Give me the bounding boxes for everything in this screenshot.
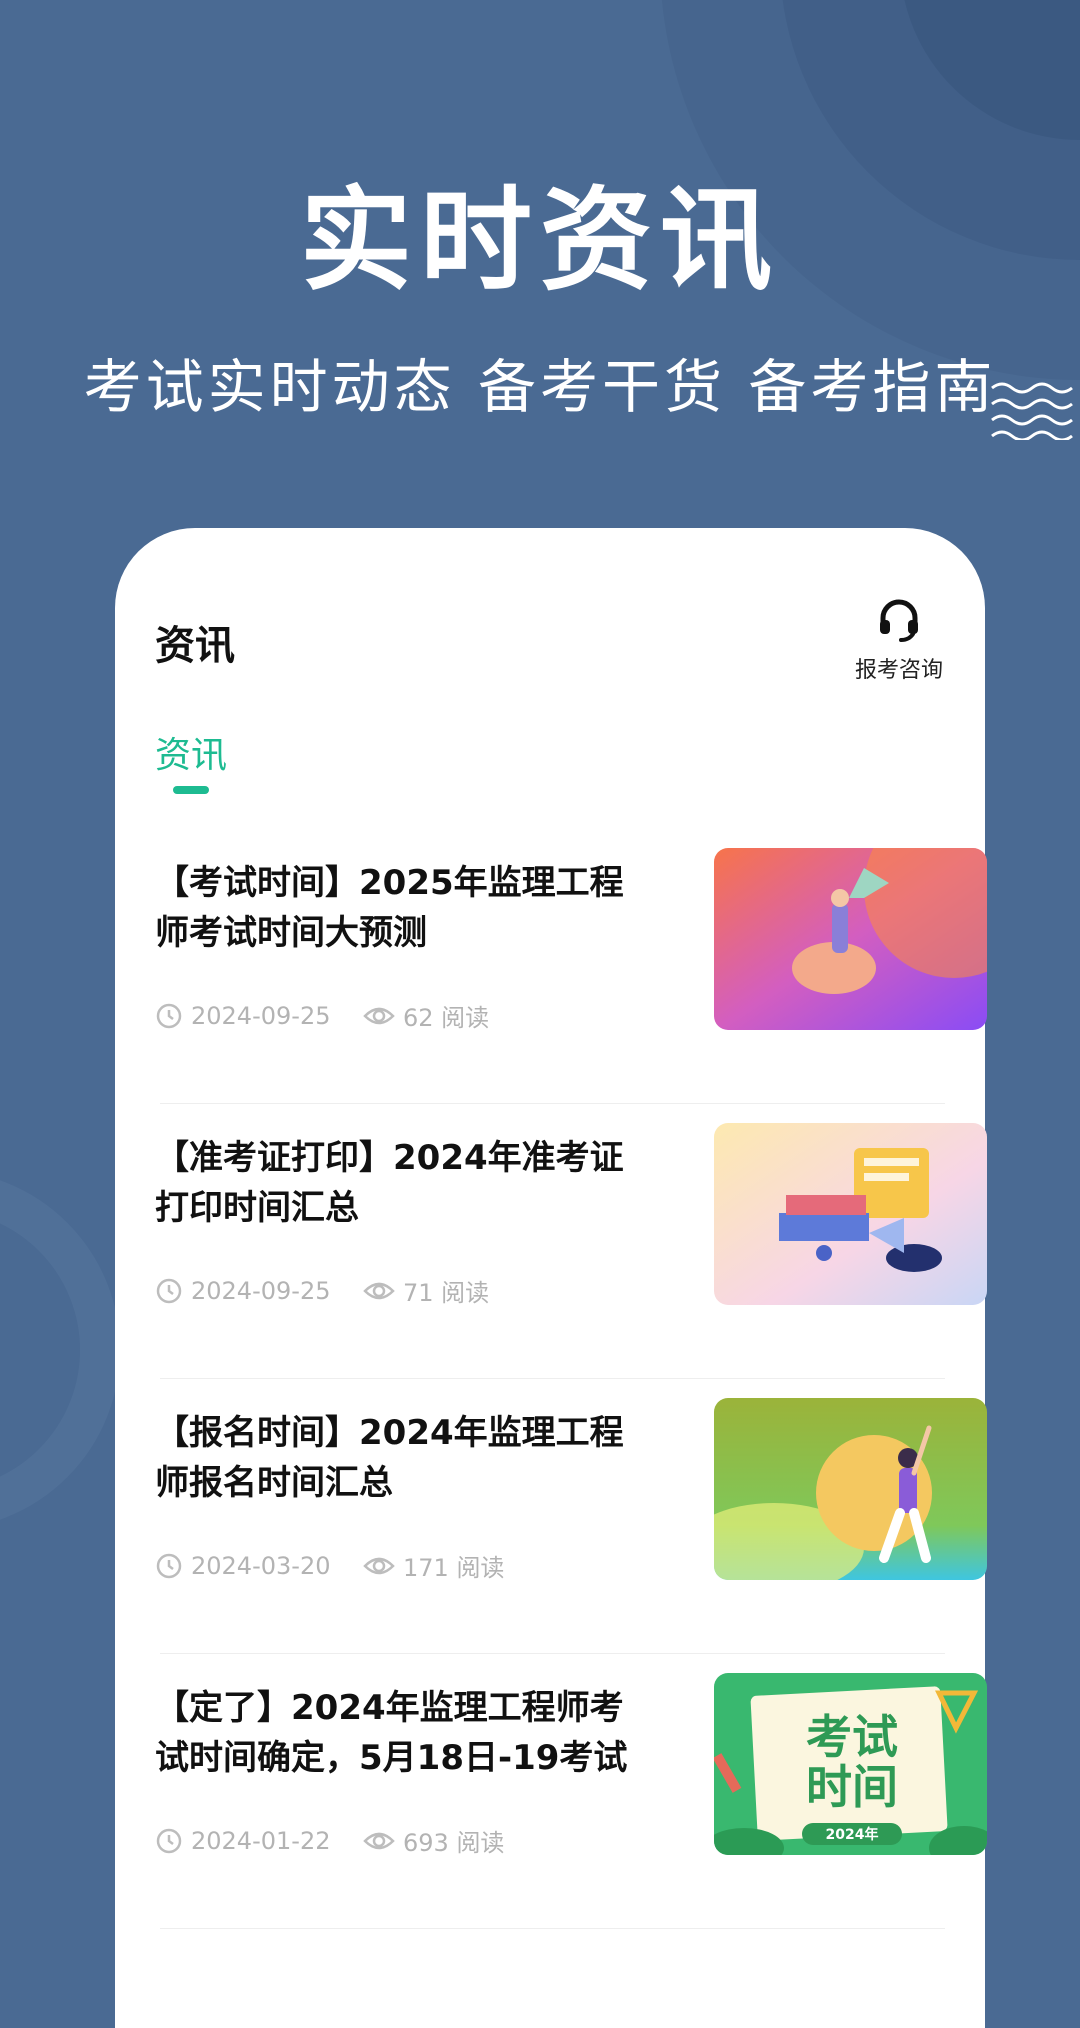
- article-thumbnail: [714, 848, 987, 1030]
- list-item[interactable]: 【考试时间】2025年监理工程师考试时间大预测 2024-09-25 62 阅读: [155, 848, 987, 1123]
- divider: [160, 1103, 945, 1104]
- eye-icon: [363, 1277, 395, 1305]
- article-title: 【准考证打印】2024年准考证打印时间汇总: [155, 1138, 624, 1228]
- article-thumbnail: [714, 1398, 987, 1580]
- divider: [160, 1928, 945, 1929]
- eye-icon: [363, 1002, 395, 1030]
- article-views: 171 阅读: [403, 1554, 505, 1582]
- article-views: 693 阅读: [403, 1829, 505, 1857]
- article-date: 2024-09-25: [191, 1276, 331, 1305]
- list-item[interactable]: 【定了】2024年监理工程师考试时间确定，5月18日-19考试 2024-01-…: [155, 1673, 987, 1948]
- article-thumbnail: 考试 时间 2024年: [714, 1673, 987, 1855]
- hero-title: 实时资讯: [300, 176, 780, 306]
- article-date: 2024-01-22: [191, 1826, 331, 1855]
- thumb-badge: 2024年: [826, 1826, 879, 1843]
- hero-subtitle: 考试实时动态 备考干货 备考指南: [83, 353, 997, 421]
- consult-button[interactable]: 报考咨询: [849, 598, 949, 684]
- article-meta: 2024-09-25 71 阅读: [155, 1273, 489, 1308]
- article-meta: 2024-03-20 171 阅读: [155, 1548, 504, 1583]
- eye-icon: [363, 1827, 395, 1855]
- article-title: 【定了】2024年监理工程师考试时间确定，5月18日-19考试: [155, 1688, 628, 1778]
- divider: [160, 1653, 945, 1654]
- article-views: 62 阅读: [403, 1004, 490, 1032]
- article-title: 【报名时间】2024年监理工程师报名时间汇总: [155, 1413, 624, 1503]
- divider: [160, 1378, 945, 1379]
- clock-icon: [155, 1002, 183, 1030]
- eye-icon: [363, 1552, 395, 1580]
- list-item[interactable]: 【准考证打印】2024年准考证打印时间汇总 2024-09-25 71 阅读: [155, 1123, 987, 1398]
- news-card: 资讯 报考咨询 资讯 【考试时间】2025年监理工程师考试时间大预测 2024-…: [115, 528, 987, 2028]
- thumb-text-time: 时间: [806, 1760, 898, 1814]
- clock-icon: [155, 1277, 183, 1305]
- tab-active-indicator: [173, 786, 209, 794]
- article-date: 2024-03-20: [191, 1551, 331, 1580]
- consult-label: 报考咨询: [854, 658, 943, 683]
- clock-icon: [155, 1552, 183, 1580]
- article-date: 2024-09-25: [191, 1001, 331, 1030]
- article-thumbnail: [714, 1123, 987, 1305]
- article-list: 【考试时间】2025年监理工程师考试时间大预测 2024-09-25 62 阅读: [155, 848, 987, 1948]
- page-title: 资讯: [155, 623, 235, 669]
- tab-news[interactable]: 资讯: [155, 726, 227, 778]
- article-meta: 2024-01-22 693 阅读: [155, 1823, 504, 1858]
- article-meta: 2024-09-25 62 阅读: [155, 998, 489, 1033]
- wave-decoration-icon: [991, 382, 1073, 440]
- article-title: 【考试时间】2025年监理工程师考试时间大预测: [155, 863, 624, 953]
- clock-icon: [155, 1827, 183, 1855]
- list-item[interactable]: 【报名时间】2024年监理工程师报名时间汇总 2024-03-20 171 阅读: [155, 1398, 987, 1673]
- article-views: 71 阅读: [403, 1279, 490, 1307]
- thumb-text-exam: 考试: [806, 1710, 898, 1764]
- headset-icon: [880, 599, 918, 642]
